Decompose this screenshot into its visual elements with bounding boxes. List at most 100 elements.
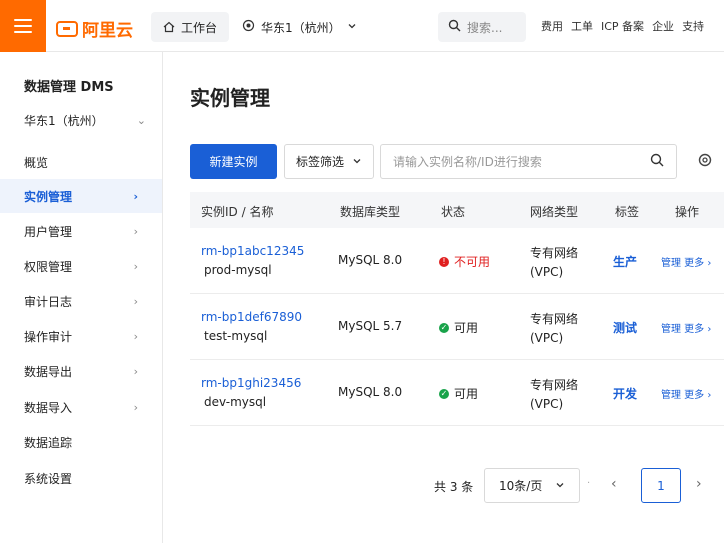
row-actions[interactable]: 管理 更多 ›	[661, 254, 711, 269]
instance-search-placeholder: 请输入实例名称/ID进行搜索	[393, 155, 542, 169]
tag-label[interactable]: 开发	[613, 385, 637, 402]
search-placeholder: 搜索...	[467, 20, 503, 35]
status-label: 不可用	[454, 255, 491, 269]
sidebar-item-label: 数据导出	[24, 364, 73, 379]
sidebar-region-selector[interactable]: 华东1（杭州） ⌄	[24, 112, 146, 129]
next-page-button[interactable]: ›	[696, 476, 702, 492]
network-type: 专有网络 (VPC)	[530, 244, 578, 282]
tag-filter-label: 标签筛选	[295, 155, 344, 169]
status-badge: ! 不可用	[439, 253, 490, 270]
sidebar-item[interactable]: 概览	[0, 145, 162, 179]
chevron-right-icon: ›	[133, 224, 138, 238]
db-type: MySQL 8.0	[338, 253, 403, 267]
status-label: 可用	[454, 321, 479, 335]
link-tickets[interactable]: 工单	[571, 18, 593, 34]
instance-id-link[interactable]: rm-bp1ghi23456	[201, 376, 301, 390]
network-type: 专有网络 (VPC)	[530, 376, 578, 414]
link-enterprise[interactable]: 企业	[652, 18, 674, 34]
sidebar: 数据管理 DMS 华东1（杭州） ⌄ 概览 实例管理 › 用户管理 › 权限管理 › 审计日志…	[0, 52, 163, 543]
tag-filter-dropdown[interactable]: 标签筛选	[284, 144, 374, 179]
aliyun-logo-icon	[56, 20, 78, 37]
instance-id-link[interactable]: rm-bp1abc12345	[201, 244, 304, 258]
instance-search-input[interactable]: 请输入实例名称/ID进行搜索	[380, 144, 677, 179]
network-type-line1: 专有网络	[530, 312, 579, 326]
region-icon	[242, 19, 255, 35]
page-title: 实例管理	[190, 86, 270, 110]
brand-logo[interactable]: 阿里云	[56, 16, 133, 41]
sidebar-item-label: 用户管理	[24, 224, 73, 239]
hamburger-icon	[14, 19, 32, 33]
tag-label[interactable]: 测试	[613, 319, 637, 336]
chevron-down-icon: ⌄	[136, 114, 146, 127]
sidebar-item[interactable]: 数据导入 ›	[0, 390, 162, 424]
page-size-label: 10条/页	[499, 479, 543, 493]
network-type-line1: 专有网络	[530, 378, 579, 392]
sidebar-item[interactable]: 审计日志 ›	[0, 284, 162, 318]
link-billing[interactable]: 费用	[541, 18, 563, 34]
hamburger-menu-button[interactable]	[0, 0, 46, 52]
sidebar-item[interactable]: 操作审计 ›	[0, 319, 162, 353]
chevron-right-icon: ›	[133, 294, 138, 308]
sidebar-region-label: 华东1（杭州）	[24, 114, 104, 128]
chevron-down-icon	[555, 479, 565, 493]
current-page-button[interactable]: 1	[641, 468, 681, 503]
network-type-line2: (VPC)	[530, 397, 564, 411]
sidebar-item[interactable]: 数据导出 ›	[0, 354, 162, 388]
status-badge: ✓ 可用	[439, 319, 478, 336]
table-header: 实例ID / 名称 数据库类型 状态 网络类型 标签 操作	[190, 192, 724, 228]
pagination-separator: ·	[587, 478, 591, 489]
workbench-label: 工作台	[181, 20, 218, 35]
db-type: MySQL 5.7	[338, 319, 403, 333]
brand-name: 阿里云	[82, 21, 133, 41]
col-status: 状态	[441, 205, 466, 219]
sidebar-item[interactable]: 实例管理 ›	[0, 179, 162, 213]
instance-name: dev-mysql	[204, 395, 267, 409]
sidebar-item[interactable]: 数据追踪	[0, 425, 162, 459]
network-type: 专有网络 (VPC)	[530, 310, 578, 348]
sidebar-item-label: 实例管理	[24, 189, 73, 204]
instance-name: test-mysql	[204, 329, 268, 343]
col-dbtype: 数据库类型	[340, 205, 401, 219]
sidebar-item-label: 审计日志	[24, 294, 73, 309]
chevron-right-icon: ›	[133, 400, 138, 414]
check-circle-icon: ✓	[439, 322, 449, 333]
sidebar-item[interactable]: 权限管理 ›	[0, 249, 162, 283]
settings-gear-icon[interactable]	[697, 152, 715, 170]
page-size-select[interactable]: 10条/页	[484, 468, 580, 503]
chevron-down-icon	[347, 20, 357, 34]
error-circle-icon: !	[439, 256, 449, 267]
link-support[interactable]: 支持	[682, 18, 704, 34]
sidebar-item-label: 数据追踪	[24, 435, 73, 450]
instance-name: prod-mysql	[204, 263, 272, 277]
tag-label[interactable]: 生产	[613, 253, 637, 270]
row-actions[interactable]: 管理 更多 ›	[661, 386, 711, 401]
workbench-button[interactable]: 工作台	[151, 12, 230, 42]
global-search-input[interactable]: 搜索...	[438, 12, 526, 42]
prev-page-button[interactable]: ‹	[611, 476, 617, 492]
top-links: 费用 工单 ICP 备案 企业 支持	[541, 18, 704, 34]
sidebar-item-label: 权限管理	[24, 259, 73, 274]
search-icon[interactable]	[650, 153, 664, 170]
link-icp[interactable]: ICP 备案	[601, 18, 644, 34]
table-row: rm-bp1abc12345 prod-mysql MySQL 8.0! 不可用 专有网…	[190, 228, 724, 294]
sidebar-item-label: 概览	[24, 155, 49, 170]
col-network: 网络类型	[530, 205, 579, 219]
sidebar-item[interactable]: 系统设置	[0, 461, 162, 495]
col-instance: 实例ID / 名称	[201, 205, 274, 219]
sidebar-item[interactable]: 用户管理 ›	[0, 214, 162, 248]
chevron-right-icon: ›	[133, 259, 138, 273]
table-row: rm-bp1def67890 test-mysql MySQL 5.7 ✓ 可用 专有网络…	[190, 294, 724, 360]
sidebar-item-label: 操作审计	[24, 329, 73, 344]
instance-id-link[interactable]: rm-bp1def67890	[201, 310, 302, 324]
row-actions[interactable]: 管理 更多 ›	[661, 320, 711, 335]
new-instance-button[interactable]: 新建实例	[190, 144, 277, 179]
db-type: MySQL 8.0	[338, 385, 403, 399]
top-navigation-bar: 阿里云 工作台 华东1（杭州） 搜索... 费用 工单 ICP 备案 企业 支持	[0, 0, 724, 52]
chevron-right-icon: ›	[133, 364, 138, 378]
sidebar-title: 数据管理 DMS	[24, 80, 114, 95]
chevron-right-icon: ›	[133, 329, 138, 343]
sidebar-item-label: 系统设置	[24, 471, 73, 486]
region-label: 华东1（杭州）	[261, 20, 341, 35]
region-selector[interactable]: 华东1（杭州）	[242, 12, 357, 42]
chevron-right-icon: ›	[133, 189, 138, 203]
